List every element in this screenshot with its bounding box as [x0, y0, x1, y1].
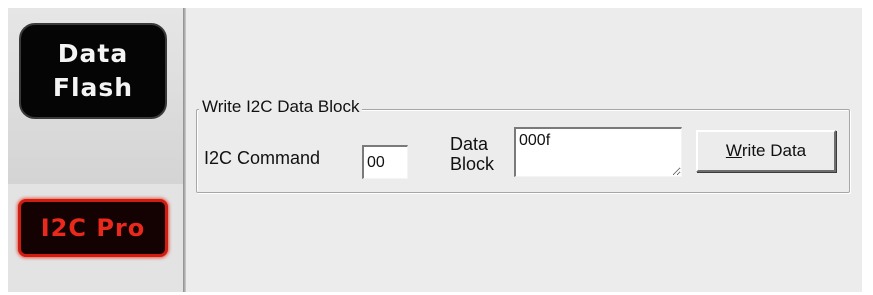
main-panel: Write I2C Data Block I2C Command Data Bl… [186, 8, 862, 292]
data-flash-button[interactable]: Data Flash [19, 23, 167, 119]
group-title: Write I2C Data Block [199, 97, 363, 117]
data-block-label-line1: Data [450, 134, 489, 154]
i2c-command-input[interactable] [362, 145, 408, 179]
data-flash-label-line1: Data [57, 39, 129, 69]
data-block-input[interactable]: 000f [514, 127, 682, 177]
i2c-pro-button[interactable]: I2C Pro [18, 199, 168, 257]
write-data-button[interactable]: Write Data [696, 130, 836, 172]
data-block-label: Data Block [450, 134, 494, 174]
write-data-accelerator: W [725, 141, 742, 160]
app-window: Data Flash I2C Pro Write I2C Data Block … [8, 8, 862, 292]
write-data-label: rite Data [741, 141, 807, 160]
data-block-label-line2: Block [450, 154, 495, 175]
sidebar: Data Flash I2C Pro [8, 8, 183, 292]
data-flash-label-line2: Flash [52, 73, 134, 102]
i2c-pro-label: I2C Pro [40, 214, 146, 242]
i2c-command-label: I2C Command [204, 148, 321, 168]
